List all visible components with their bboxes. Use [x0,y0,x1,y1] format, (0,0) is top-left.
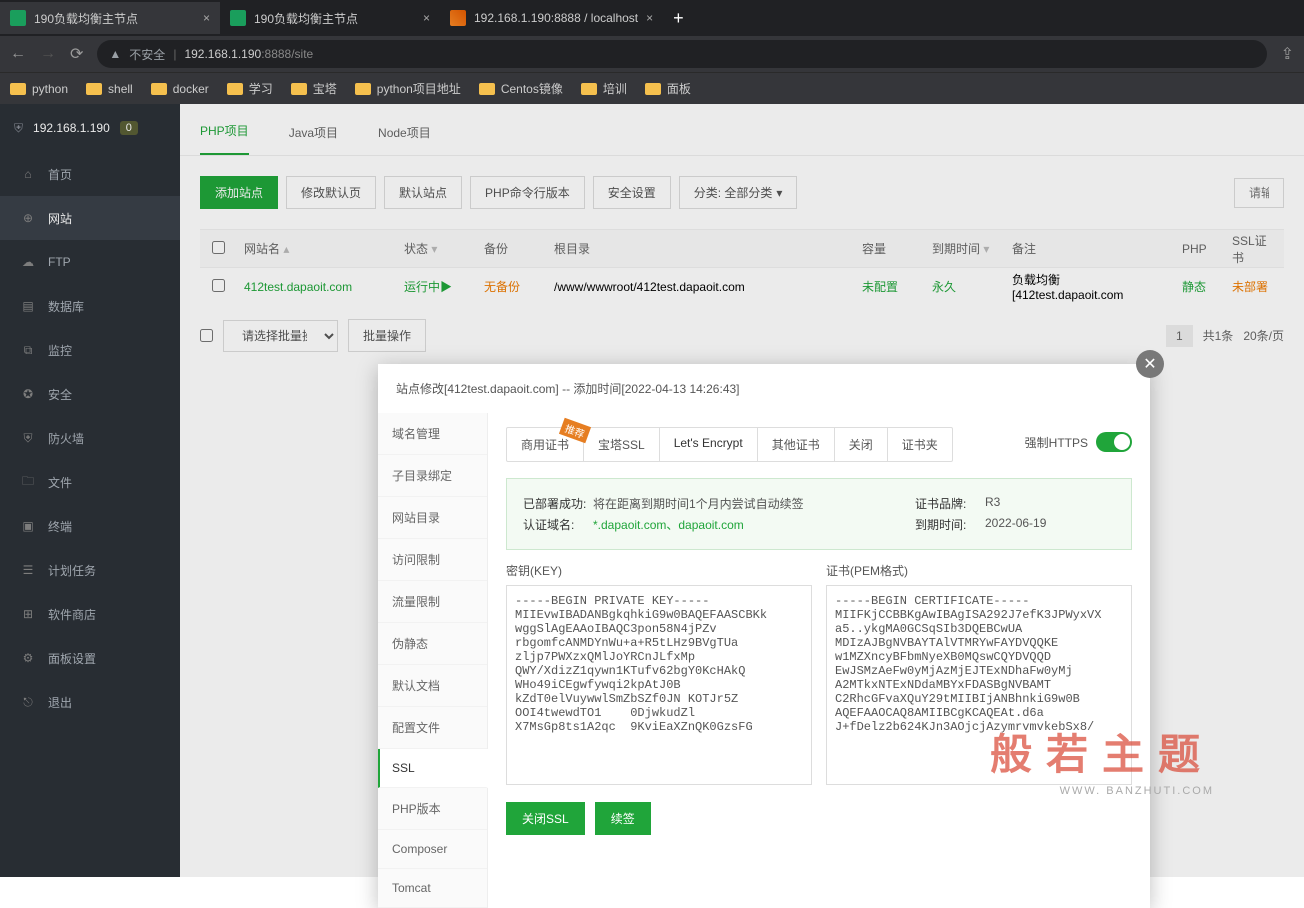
folder-icon [479,83,495,95]
bookmark-item[interactable]: 培训 [581,80,627,97]
insecure-icon: ▲ [109,47,121,61]
favicon-icon [230,10,246,26]
url-text: 192.168.1.190:8888/site [184,47,313,61]
ssl-tab-commercial[interactable]: 商用证书推荐 [507,428,584,461]
new-tab-button[interactable]: + [663,8,694,29]
ms-item-domain[interactable]: 域名管理 [378,413,487,455]
ms-item-ssl[interactable]: SSL [378,749,488,788]
ssl-tab-certstore[interactable]: 证书夹 [888,428,952,461]
bookmark-item[interactable]: python项目地址 [355,80,461,97]
bookmark-item[interactable]: Centos镜像 [479,80,563,97]
url-input[interactable]: ▲ 不安全 | 192.168.1.190:8888/site [97,40,1266,68]
browser-tab[interactable]: 192.168.1.190:8888 / localhost × [440,2,663,34]
ssl-tabs: 商用证书推荐 宝塔SSL Let's Encrypt 其他证书 关闭 证书夹 [506,427,953,462]
back-icon[interactable]: ← [10,45,26,63]
pem-textarea[interactable]: -----BEGIN CERTIFICATE----- MIIFKjCCBBKg… [826,585,1132,785]
brand-label: 证书品牌: [915,495,985,512]
modal-main: 商用证书推荐 宝塔SSL Let's Encrypt 其他证书 关闭 证书夹 强… [488,413,1150,908]
browser-tab[interactable]: 190负载均衡主节点 × [0,2,220,34]
renew-button[interactable]: 续签 [595,802,651,835]
ssl-tab-other[interactable]: 其他证书 [758,428,835,461]
share-icon[interactable]: ⇪ [1281,44,1294,64]
folder-icon [86,83,102,95]
ms-item-access[interactable]: 访问限制 [378,539,487,581]
forward-icon[interactable]: → [40,45,56,63]
ms-item-composer[interactable]: Composer [378,830,487,869]
modal-sidebar: 域名管理 子目录绑定 网站目录 访问限制 流量限制 伪静态 默认文档 配置文件 … [378,413,488,908]
bookmarks-bar: python shell docker 学习 宝塔 python项目地址 Cen… [0,72,1304,104]
ms-item-config[interactable]: 配置文件 [378,707,487,749]
bookmark-item[interactable]: docker [151,82,209,96]
cert-expiry-label: 到期时间: [915,516,985,533]
folder-icon [291,83,307,95]
cert-expiry-value: 2022-06-19 [985,516,1046,533]
close-icon[interactable]: × [646,11,653,25]
close-ssl-button[interactable]: 关闭SSL [506,802,585,835]
ssl-tab-bt[interactable]: 宝塔SSL [584,428,660,461]
deploy-label: 已部署成功: [523,495,593,512]
close-icon[interactable]: × [423,11,430,25]
folder-icon [355,83,371,95]
favicon-icon [450,10,466,26]
bookmark-item[interactable]: shell [86,82,133,96]
favicon-icon [10,10,26,26]
folder-icon [645,83,661,95]
browser-tab[interactable]: 190负载均衡主节点 × [220,2,440,34]
modal-title: 站点修改[412test.dapaoit.com] -- 添加时间[2022-0… [378,364,1150,413]
site-edit-modal: ✕ 站点修改[412test.dapaoit.com] -- 添加时间[2022… [378,364,1150,908]
ms-item-tomcat[interactable]: Tomcat [378,869,487,908]
insecure-label: 不安全 [129,46,165,63]
close-icon[interactable]: ✕ [1136,350,1164,378]
deploy-value: 将在距离到期时间1个月内尝试自动续签 [593,495,804,512]
folder-icon [227,83,243,95]
ssl-tab-letsencrypt[interactable]: Let's Encrypt [660,428,758,461]
close-icon[interactable]: × [203,11,210,25]
pem-label: 证书(PEM格式) [826,562,1132,579]
ms-item-webdir[interactable]: 网站目录 [378,497,487,539]
domain-label: 认证域名: [523,516,593,533]
browser-tabs: 190负载均衡主节点 × 190负载均衡主节点 × 192.168.1.190:… [0,0,1304,36]
folder-icon [10,83,26,95]
domain-value: *.dapaoit.com、dapaoit.com [593,516,744,533]
bookmark-item[interactable]: 宝塔 [291,80,337,97]
reload-icon[interactable]: ⟳ [70,44,83,64]
force-https-label: 强制HTTPS [1025,434,1088,451]
folder-icon [151,83,167,95]
key-textarea[interactable]: -----BEGIN PRIVATE KEY----- MIIEvwIBADAN… [506,585,812,785]
ssl-info-box: 已部署成功:将在距离到期时间1个月内尝试自动续签 认证域名:*.dapaoit.… [506,478,1132,550]
switch-on-icon[interactable] [1096,432,1132,452]
bookmark-item[interactable]: python [10,82,68,96]
bookmark-item[interactable]: 学习 [227,80,273,97]
tab-title: 190负载均衡主节点 [254,10,415,27]
address-bar: ← → ⟳ ▲ 不安全 | 192.168.1.190:8888/site ⇪ [0,36,1304,72]
brand-value: R3 [985,495,1000,512]
force-https-toggle[interactable]: 强制HTTPS [1025,432,1132,452]
key-label: 密钥(KEY) [506,562,812,579]
ms-item-php[interactable]: PHP版本 [378,788,487,830]
ms-item-subdir[interactable]: 子目录绑定 [378,455,487,497]
tab-title: 190负载均衡主节点 [34,10,195,27]
tab-title: 192.168.1.190:8888 / localhost [474,11,638,25]
ms-item-index[interactable]: 默认文档 [378,665,487,707]
ssl-tab-close[interactable]: 关闭 [835,428,888,461]
ms-item-rewrite[interactable]: 伪静态 [378,623,487,665]
bookmark-item[interactable]: 面板 [645,80,691,97]
folder-icon [581,83,597,95]
ms-item-traffic[interactable]: 流量限制 [378,581,487,623]
